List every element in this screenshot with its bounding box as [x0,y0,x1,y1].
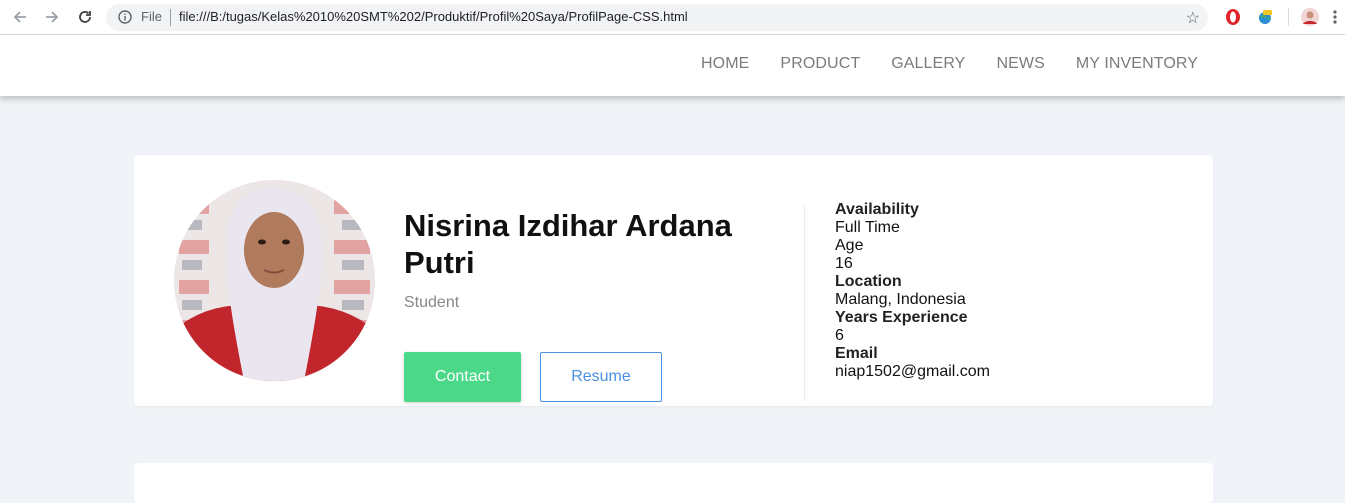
back-arrow-icon[interactable] [9,6,31,28]
info-value-availability: Full Time [835,219,900,236]
menu-dots-icon[interactable] [1331,8,1339,26]
profile-card: Nisrina Izdihar Ardana Putri Student Con… [134,155,1213,406]
info-value-years-experience: 6 [835,327,844,344]
scheme-separator [170,9,171,26]
card-divider [804,205,805,401]
info-value-email: niap1502@gmail.com [835,363,990,380]
info-value-age: 16 [835,255,853,272]
nav-link-gallery[interactable]: GALLERY [891,55,965,73]
profile-avatar-icon[interactable] [1301,8,1319,26]
address-bar[interactable]: File file:///B:/tugas/Kelas%2010%20SMT%2… [106,4,1208,31]
info-label-location: Location [835,273,902,290]
globe-extension-icon[interactable] [1256,8,1274,26]
nav-link-news[interactable]: NEWS [996,55,1044,73]
profile-role: Student [404,294,460,311]
info-label-email: Email [835,345,878,362]
scheme-label: File [141,9,162,24]
info-label-age: Age [835,237,864,254]
opera-extension-icon[interactable] [1224,8,1242,26]
url-text[interactable]: file:///B:/tugas/Kelas%2010%20SMT%202/Pr… [179,9,688,24]
profile-photo [174,180,375,381]
info-icon[interactable] [118,10,132,24]
info-label-availability: Availability [835,201,919,218]
forward-arrow-icon[interactable] [41,6,63,28]
info-value-location: Malang, Indonesia [835,291,966,308]
nav-link-my-inventory[interactable]: MY INVENTORY [1076,55,1198,73]
contact-button[interactable]: Contact [404,352,521,402]
bookmark-star-icon[interactable]: ☆ [1186,8,1200,28]
nav-link-product[interactable]: PRODUCT [780,55,860,73]
next-card [134,463,1213,503]
reload-icon[interactable] [74,6,96,28]
profile-info: Availability Full Time Age 16 Location M… [835,201,990,381]
info-label-years-experience: Years Experience [835,309,968,326]
profile-name: Nisrina Izdihar Ardana Putri [404,208,732,280]
toolbar-divider [1288,8,1289,26]
site-navbar: HOME PRODUCT GALLERY NEWS MY INVENTORY [0,35,1345,96]
nav-link-home[interactable]: HOME [701,55,749,73]
resume-button[interactable]: Resume [540,352,662,402]
nav-links: HOME PRODUCT GALLERY NEWS MY INVENTORY [701,55,1198,73]
browser-toolbar: File file:///B:/tugas/Kelas%2010%20SMT%2… [0,0,1345,35]
